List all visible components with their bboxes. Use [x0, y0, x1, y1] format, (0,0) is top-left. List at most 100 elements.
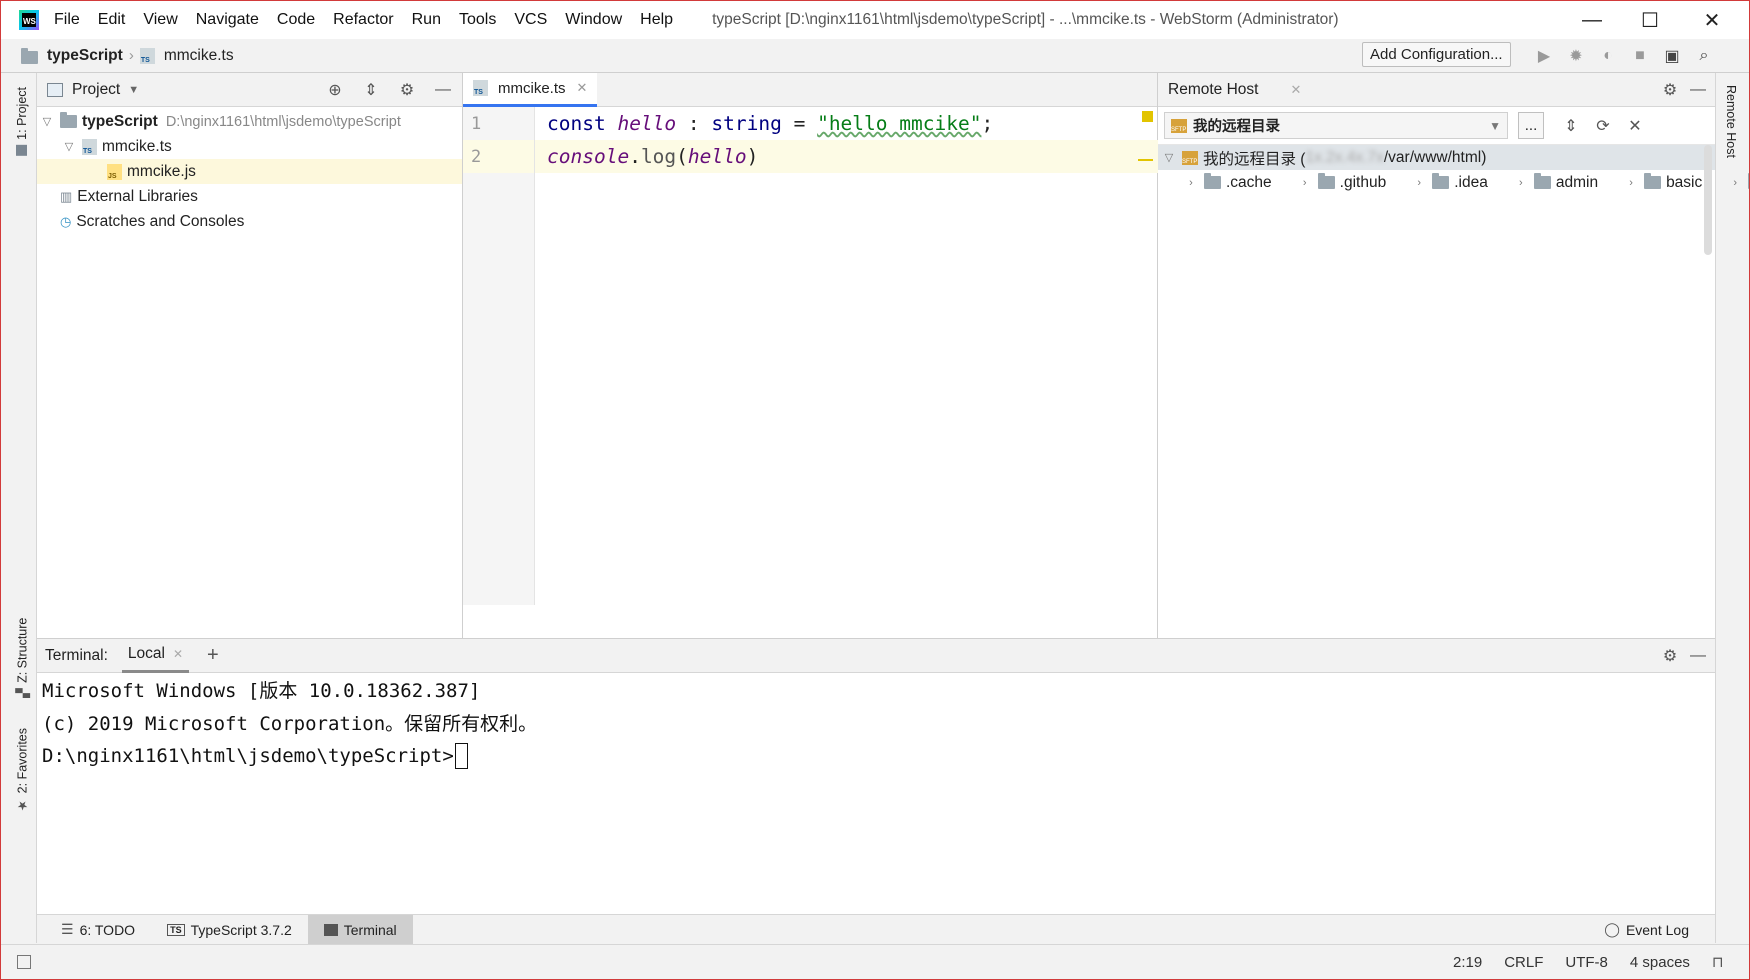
chevron-right-icon[interactable]: ›: [1514, 177, 1528, 189]
terminal-output[interactable]: Microsoft Windows [版本 10.0.18362.387] (c…: [37, 673, 1715, 772]
remote-folder-item[interactable]: › basic: [1598, 170, 1702, 195]
hide-panel-icon[interactable]: —: [1685, 77, 1711, 103]
tree-item-scratches[interactable]: ◷ Scratches and Consoles: [37, 209, 462, 234]
tool-window-remote-host[interactable]: Remote Host: [1724, 85, 1738, 158]
ts-file-icon: TS: [139, 47, 155, 64]
ts-file-name: mmcike.ts: [102, 137, 172, 155]
terminal-tab-local[interactable]: Local ✕: [121, 639, 190, 673]
stop-icon[interactable]: ■: [1627, 43, 1653, 69]
remote-folder-item[interactable]: › .idea: [1386, 170, 1488, 195]
chevron-right-icon[interactable]: ›: [1184, 177, 1198, 189]
semicolon: ;: [981, 112, 994, 135]
debug-icon[interactable]: ✹: [1563, 43, 1589, 69]
remote-folder-item[interactable]: › .github: [1272, 170, 1386, 195]
run-icon[interactable]: ▶: [1531, 43, 1557, 69]
remote-folder-item[interactable]: › admin: [1488, 170, 1598, 195]
tree-item-js[interactable]: JS mmcike.js: [37, 159, 462, 184]
indent-setting[interactable]: 4 spaces: [1630, 954, 1690, 971]
tool-window-favorites-label: 2: Favorites: [15, 728, 30, 794]
breadcrumb-project[interactable]: typeScript: [47, 47, 123, 65]
menu-code[interactable]: Code: [277, 11, 315, 29]
scrollbar[interactable]: [1704, 145, 1712, 255]
add-configuration-button[interactable]: Add Configuration...: [1362, 42, 1511, 67]
settings-gear-icon[interactable]: ⚙: [1657, 77, 1683, 103]
tree-item-ts[interactable]: ▽ TS mmcike.ts: [37, 134, 462, 159]
project-view-selector[interactable]: Project: [72, 81, 120, 99]
chevron-down-icon[interactable]: ▽: [40, 115, 54, 128]
menu-help[interactable]: Help: [640, 11, 673, 29]
tool-window-project-label: 1: Project: [15, 87, 29, 140]
settings-gear-icon[interactable]: ⚙: [1657, 643, 1683, 669]
maximize-button[interactable]: ☐: [1621, 1, 1679, 39]
todo-tool-button[interactable]: ☰ 6: TODO: [45, 915, 151, 945]
tree-item-root[interactable]: ▽ typeScript D:\nginx1161\html\jsdemo\ty…: [37, 109, 462, 134]
menu-window[interactable]: Window: [565, 11, 622, 29]
remote-folder-name: .idea: [1454, 173, 1488, 191]
hide-panel-icon[interactable]: —: [430, 77, 456, 103]
project-structure-icon[interactable]: ▣: [1659, 43, 1685, 69]
tree-item-external-libraries[interactable]: ▥ External Libraries: [37, 184, 462, 209]
remote-folder-item[interactable]: › .cache: [1158, 170, 1272, 195]
tool-window-structure[interactable]: ▞ Z: Structure: [15, 618, 31, 698]
typescript-tool-button[interactable]: TS TypeScript 3.7.2: [151, 915, 308, 945]
chevron-down-icon[interactable]: ▽: [1162, 151, 1176, 164]
menu-navigate[interactable]: Navigate: [196, 11, 259, 29]
close-tab-icon[interactable]: ✕: [173, 647, 183, 661]
warning-marker-icon[interactable]: [1142, 111, 1153, 122]
chevron-down-icon[interactable]: ▼: [128, 84, 139, 96]
collapse-all-icon[interactable]: ⇕: [1558, 113, 1584, 139]
code-area[interactable]: const hello : string = "hello mmcike"; c…: [535, 107, 1158, 173]
colon: :: [676, 112, 712, 135]
library-icon: ▥: [60, 188, 73, 204]
hide-panel-icon[interactable]: —: [1685, 643, 1711, 669]
menu-edit[interactable]: Edit: [98, 11, 126, 29]
chevron-right-icon[interactable]: ›: [1624, 177, 1638, 189]
menu-tools[interactable]: Tools: [459, 11, 496, 29]
event-log-button[interactable]: ◯ Event Log: [1588, 915, 1705, 945]
editor-tab[interactable]: TS mmcike.ts ✕: [463, 72, 598, 107]
remote-tree-root[interactable]: ▽ SFTP 我的远程目录 ( 1x.2x.4x.7x /var/www/htm…: [1158, 145, 1715, 170]
file-encoding[interactable]: UTF-8: [1565, 954, 1608, 971]
collapse-all-icon[interactable]: ⇕: [358, 77, 384, 103]
close-tab-icon[interactable]: ✕: [577, 80, 588, 96]
remote-folder-name: .cache: [1226, 173, 1272, 191]
title-bar: WS File Edit View Navigate Code Refactor…: [1, 1, 1749, 39]
locate-file-icon[interactable]: ⊕: [322, 77, 348, 103]
caret-position[interactable]: 2:19: [1453, 954, 1482, 971]
menu-file[interactable]: File: [54, 11, 80, 29]
breadcrumb-file[interactable]: mmcike.ts: [164, 47, 234, 65]
menu-view[interactable]: View: [143, 11, 177, 29]
star-icon: ★: [16, 798, 30, 814]
tool-window-favorites[interactable]: ★ 2: Favorites: [15, 728, 31, 814]
refresh-icon[interactable]: ⟳: [1590, 113, 1616, 139]
project-tool-icon: [16, 144, 28, 156]
project-tree: ▽ typeScript D:\nginx1161\html\jsdemo\ty…: [37, 107, 462, 234]
tool-window-structure-label: Z: Structure: [15, 618, 30, 684]
tool-window-project[interactable]: 1: Project: [15, 87, 29, 156]
folder-icon: [60, 112, 77, 128]
chevron-down-icon[interactable]: ▽: [62, 140, 76, 153]
more-button[interactable]: ...: [1518, 112, 1544, 139]
function-name: log: [640, 145, 677, 168]
lock-icon[interactable]: ⊓: [1712, 953, 1724, 971]
search-icon[interactable]: ⌕: [1691, 43, 1717, 69]
server-select[interactable]: SFTP 我的远程目录 ▼: [1164, 112, 1508, 139]
close-button[interactable]: ✕: [1683, 1, 1741, 39]
settings-gear-icon[interactable]: ⚙: [394, 77, 420, 103]
chevron-right-icon[interactable]: ›: [1412, 177, 1426, 189]
chevron-right-icon[interactable]: ›: [1728, 177, 1742, 189]
chevron-right-icon[interactable]: ›: [1298, 177, 1312, 189]
menu-run[interactable]: Run: [412, 11, 441, 29]
scroll-marker: [1138, 159, 1153, 161]
toggle-tool-windows-icon[interactable]: [17, 955, 31, 969]
typescript-label: TypeScript 3.7.2: [190, 921, 292, 938]
line-separator[interactable]: CRLF: [1504, 954, 1543, 971]
minimize-button[interactable]: —: [1563, 1, 1621, 39]
menu-refactor[interactable]: Refactor: [333, 11, 393, 29]
coverage-icon[interactable]: ◐: [1595, 43, 1621, 69]
add-tab-icon[interactable]: +: [207, 644, 219, 667]
close-tab-icon[interactable]: ✕: [1290, 82, 1301, 98]
close-icon[interactable]: ✕: [1622, 113, 1648, 139]
menu-vcs[interactable]: VCS: [514, 11, 547, 29]
terminal-tool-button[interactable]: Terminal: [307, 914, 413, 945]
